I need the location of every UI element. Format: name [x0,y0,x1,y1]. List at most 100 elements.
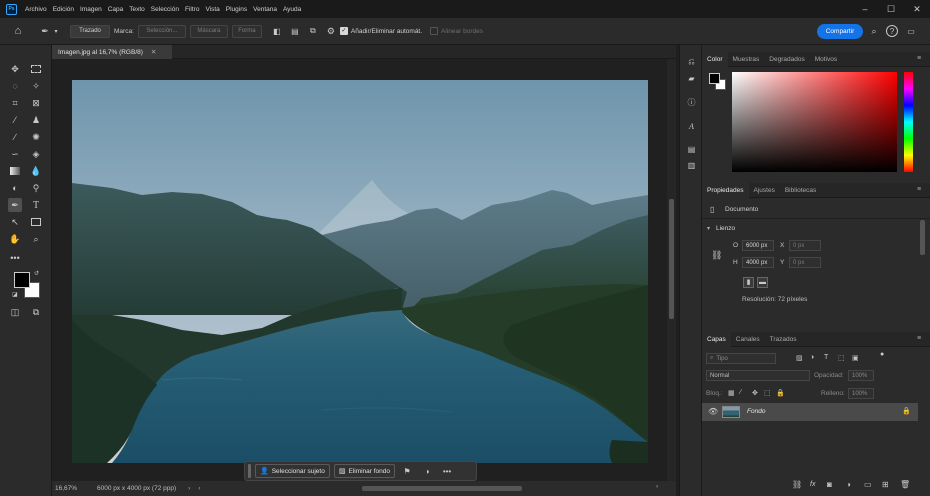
visibility-eye-icon[interactable]: 👁 [708,407,718,416]
color-field[interactable] [732,72,897,172]
filter-type-icon[interactable]: T [824,354,828,361]
scroll-right-icon[interactable]: › [656,483,658,490]
select-subject-button[interactable]: 👤 Seleccionar sujeto [255,464,330,478]
path-selection-icon[interactable]: ↖ [8,215,22,229]
width-field[interactable]: 6000 px [742,240,774,251]
help-icon[interactable]: ? [886,25,898,37]
pen-tool-preset-icon[interactable]: ✒ [38,26,52,37]
lasso-tool-icon[interactable]: ◌ [8,79,22,93]
blend-mode-select[interactable]: Normal [706,370,810,381]
menu-filtro[interactable]: Filtro [182,6,202,13]
align-edges-checkbox[interactable] [430,27,439,35]
dodge-tool-icon[interactable]: ◐ [8,181,22,195]
info-icon[interactable]: ⓘ [685,96,698,109]
chevron-down-icon[interactable]: ▾ [707,225,710,232]
panel-menu-icon[interactable]: ≡ [917,55,921,62]
panel-menu-icon[interactable]: ≡ [917,186,921,193]
menu-texto[interactable]: Texto [126,6,148,13]
share-button[interactable]: Compartir [817,24,863,39]
tab-muestras[interactable]: Muestras [728,52,765,67]
fill-field[interactable]: 100% [848,388,874,399]
default-colors-icon[interactable]: ◪ [12,291,18,298]
more-options-icon[interactable]: ••• [439,467,455,476]
chevron-left-icon[interactable]: ‹ [198,485,200,492]
remove-background-button[interactable]: ▨ Eliminar fondo [333,464,396,478]
move-tool-icon[interactable]: ✥ [8,62,22,76]
type-tool-icon[interactable]: T [29,198,43,212]
lock-position-icon[interactable]: ✥ [752,389,758,397]
tab-ajustes[interactable]: Ajustes [749,183,780,198]
close-icon[interactable]: ✕ [904,0,930,18]
zoom-tool-icon[interactable]: ⌕ [29,232,43,246]
layer-filter-select[interactable]: ⌕ Tipo [706,353,776,364]
gradient-tool-icon[interactable] [8,164,22,178]
link-icon[interactable]: ⛓ [711,250,722,261]
menu-ventana[interactable]: Ventana [250,6,280,13]
gear-icon[interactable]: ⚙ [324,26,338,37]
menu-ayuda[interactable]: Ayuda [280,6,304,13]
flag-icon[interactable]: ⚑ [399,467,415,476]
menu-edicion[interactable]: Edición [50,6,77,13]
brush-tool-icon[interactable]: ∕ [8,130,22,144]
hand-tool-icon[interactable]: ✋ [8,232,22,246]
link-layers-icon[interactable]: ⛓ [792,480,802,489]
marquee-tool-icon[interactable] [29,62,43,76]
panel-menu-icon[interactable]: ≡ [917,335,921,342]
chevron-down-icon[interactable]: ▾ [52,28,60,35]
tab-degradados[interactable]: Degradados [764,52,809,67]
hue-slider[interactable] [904,72,913,172]
home-icon[interactable]: ⌂ [8,25,28,37]
comments-icon[interactable]: ▰ [685,72,698,85]
menu-capa[interactable]: Capa [105,6,127,13]
tab-bibliotecas[interactable]: Bibliotecas [780,183,821,198]
libraries-icon[interactable]: ▥ [685,159,698,172]
filter-pixel-icon[interactable]: ▨ [796,354,803,362]
maximize-icon[interactable]: ☐ [878,0,904,18]
lock-pixels-icon[interactable]: ∕ [740,389,741,396]
swap-colors-icon[interactable]: ↺ [34,270,39,277]
history-icon[interactable]: ⎌ [685,55,698,68]
drag-handle[interactable] [248,464,251,478]
mascara-button[interactable]: Máscara [189,24,228,38]
quick-mask-icon[interactable]: ◫ [8,305,22,319]
layer-style-icon[interactable]: fx [810,481,815,488]
chevron-right-icon[interactable]: › [188,485,190,492]
rectangle-tool-icon[interactable] [29,215,43,229]
pen-tool-icon[interactable]: ✒ [8,198,22,212]
paragraph-icon[interactable]: ▤ [685,143,698,156]
screen-mode-icon[interactable]: ⧉ [29,305,43,319]
portrait-orientation-icon[interactable]: ▮ [743,277,754,288]
menu-vista[interactable]: Vista [202,6,222,13]
layer-lock-icon[interactable]: 🔒 [902,407,911,415]
tab-propiedades[interactable]: Propiedades [702,182,749,198]
close-tab-icon[interactable]: ✕ [151,48,156,56]
canvas-area[interactable] [52,59,667,481]
group-folder-icon[interactable]: ▭ [864,480,872,489]
layer-row[interactable]: 👁 Fondo 🔒 [702,403,918,421]
layer-name[interactable]: Fondo [747,408,765,415]
menu-archivo[interactable]: Archivo [22,6,50,13]
scrollbar-thumb[interactable] [669,199,674,319]
y-field[interactable]: 0 px [789,257,821,268]
history-brush-icon[interactable]: ∽ [8,147,22,161]
tab-canales[interactable]: Canales [731,332,765,347]
x-field[interactable]: 0 px [789,240,821,251]
menu-plugins[interactable]: Plugins [223,6,250,13]
document-tab[interactable]: Imagen.jpg al 16,7% (RGB/8) ✕ [52,45,172,59]
opacity-field[interactable]: 100% [848,370,874,381]
more-tools-icon[interactable]: ••• [8,251,22,265]
horizontal-scrollbar-thumb[interactable] [362,486,522,491]
menu-seleccion[interactable]: Selección [148,6,182,13]
document-image[interactable] [72,80,648,463]
autoadd-checkbox[interactable]: ✓ [339,27,348,35]
path-alignment-icon[interactable]: ▤ [288,27,302,36]
minimize-icon[interactable]: – [852,0,878,18]
stamp-tool-icon[interactable]: ♟ [29,113,43,127]
magic-wand-icon[interactable]: ✧ [29,79,43,93]
tab-color[interactable]: Color [702,51,728,67]
lock-artboard-icon[interactable]: ⬚ [764,389,771,397]
filter-shape-icon[interactable]: ⬚ [838,354,845,362]
filter-adjustment-icon[interactable]: ◑ [810,354,814,361]
forma-button[interactable]: Forma [231,24,262,38]
seleccion-button[interactable]: Selección... [137,24,186,38]
